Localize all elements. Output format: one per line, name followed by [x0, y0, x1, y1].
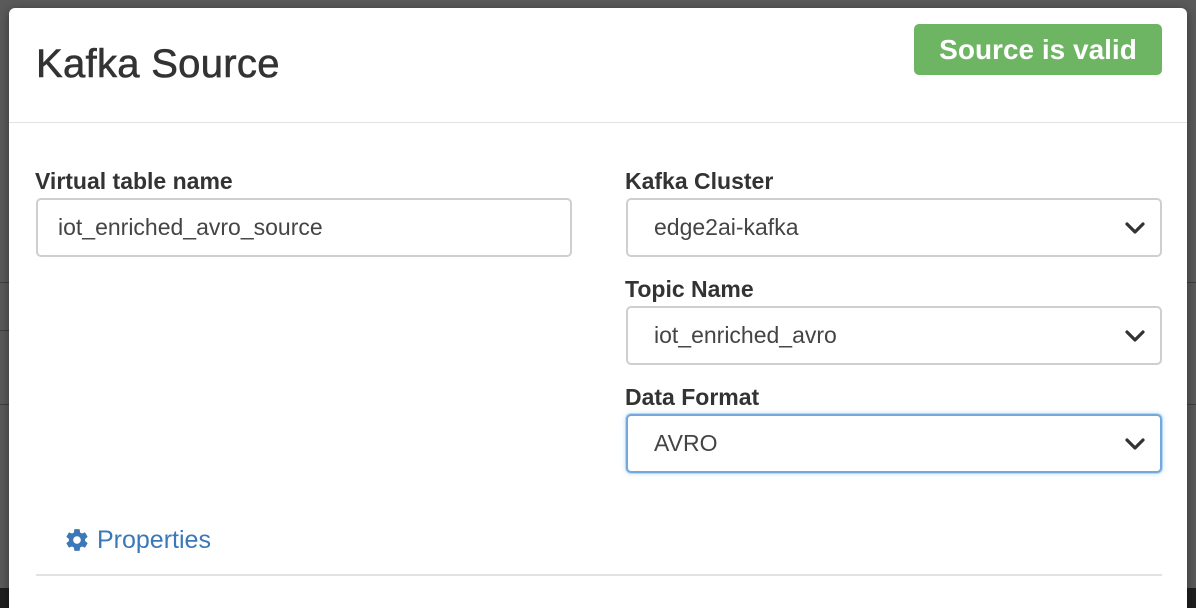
data-format-selected-value: AVRO — [654, 430, 718, 456]
properties-label: Properties — [97, 525, 211, 554]
background-divider — [0, 404, 9, 405]
topic-name-selected-value: iot_enriched_avro — [654, 322, 837, 348]
background-divider — [1187, 404, 1196, 405]
kafka-source-dialog: Kafka Source Source is valid Virtual tab… — [9, 8, 1187, 608]
kafka-cluster-label: Kafka Cluster — [625, 168, 774, 194]
table-name-label: Virtual table name — [35, 168, 233, 194]
kafka-cluster-selected-value: edge2ai-kafka — [654, 214, 799, 240]
data-format-label: Data Format — [625, 384, 760, 410]
topic-name-label: Topic Name — [625, 276, 754, 302]
background-divider — [0, 330, 9, 331]
section-divider — [36, 574, 1162, 576]
kafka-cluster-select[interactable]: edge2ai-kafka — [626, 198, 1162, 257]
chevron-down-icon — [1125, 222, 1145, 234]
gear-icon — [66, 529, 88, 551]
chevron-down-icon — [1125, 330, 1145, 342]
topic-name-select[interactable]: iot_enriched_avro — [626, 306, 1162, 365]
modal-title: Kafka Source — [36, 42, 280, 87]
background-divider — [0, 282, 9, 283]
properties-link[interactable]: Properties — [64, 522, 211, 558]
background-divider — [1187, 282, 1196, 283]
source-valid-badge: Source is valid — [914, 24, 1162, 75]
modal-header: Kafka Source Source is valid — [9, 8, 1187, 123]
data-format-select[interactable]: AVRO — [626, 414, 1162, 473]
chevron-down-icon — [1125, 438, 1145, 450]
table-name-input[interactable] — [36, 198, 572, 257]
